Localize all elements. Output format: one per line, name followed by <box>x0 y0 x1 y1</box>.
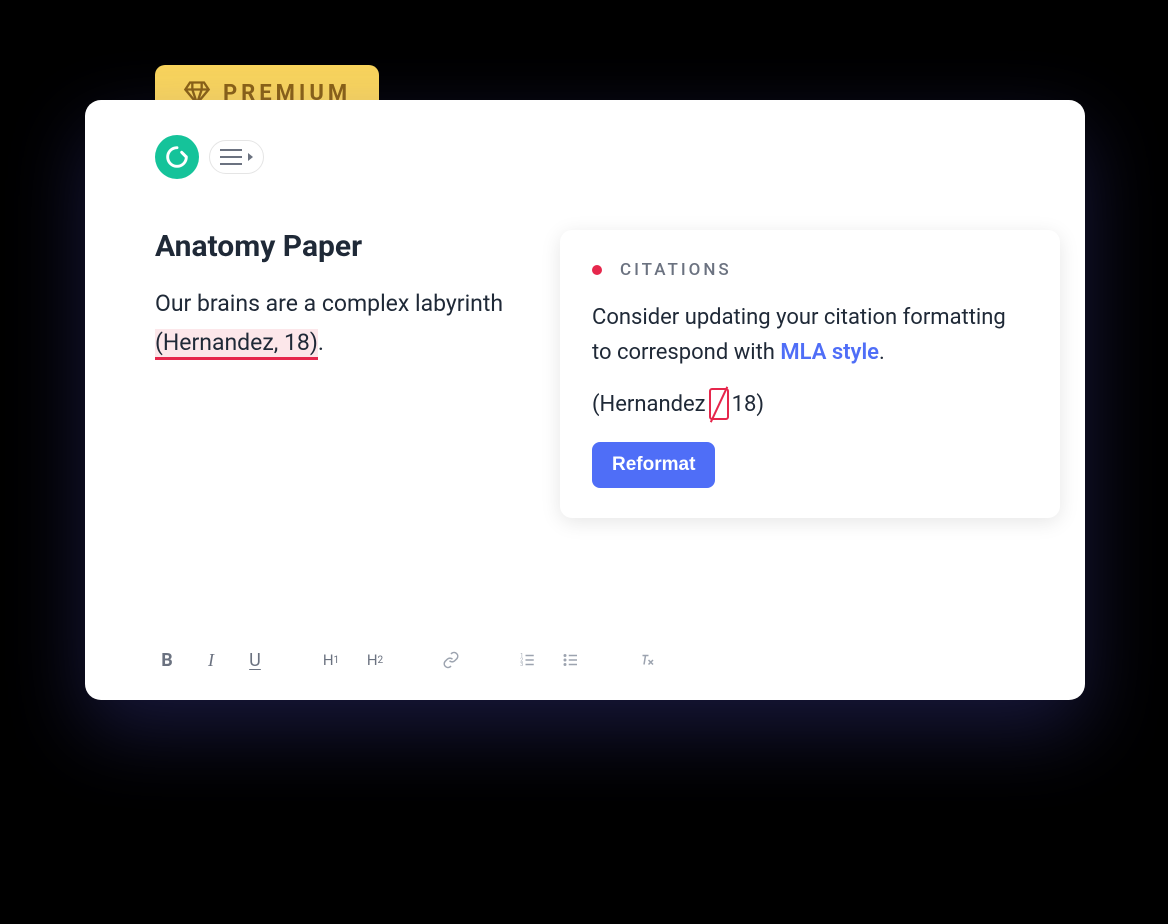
citation-example: (Hernandez , 18) <box>592 388 1028 420</box>
link-icon <box>442 651 460 669</box>
link-button[interactable] <box>439 648 463 672</box>
underline-button[interactable]: U <box>243 648 267 672</box>
chevron-right-icon <box>248 153 253 161</box>
clear-format-icon <box>638 651 656 669</box>
menu-toggle[interactable] <box>209 140 264 174</box>
style-link[interactable]: MLA style <box>780 340 879 365</box>
example-before: (Hernandez <box>592 392 706 417</box>
h1-button[interactable]: H1 <box>319 648 343 672</box>
clear-formatting-button[interactable] <box>635 648 659 672</box>
text-after: . <box>318 329 324 356</box>
citation-highlight[interactable]: (Hernandez, 18) <box>155 329 318 360</box>
suggestion-card: CITATIONS Consider updating your citatio… <box>560 230 1060 518</box>
document-body[interactable]: Our brains are a complex labyrinth (Hern… <box>155 284 535 362</box>
text-before: Our brains are a complex labyrinth <box>155 290 503 317</box>
correction-box: , <box>709 388 729 420</box>
suggestion-header: CITATIONS <box>592 260 1028 280</box>
reformat-button[interactable]: Reformat <box>592 442 715 488</box>
editor-card: Anatomy Paper Our brains are a complex l… <box>85 100 1085 700</box>
formatting-toolbar: B I U H1 H2 1 2 3 <box>155 648 659 672</box>
svg-text:3: 3 <box>520 662 523 668</box>
suggestion-category: CITATIONS <box>620 260 732 280</box>
italic-button[interactable]: I <box>199 648 223 672</box>
ordered-list-button[interactable]: 1 2 3 <box>515 648 539 672</box>
example-after: 18) <box>732 392 764 417</box>
hamburger-icon <box>220 149 242 165</box>
suggestion-message: Consider updating your citation formatti… <box>592 300 1028 370</box>
alert-dot-icon <box>592 265 602 275</box>
unordered-list-icon <box>562 651 580 669</box>
unordered-list-button[interactable] <box>559 648 583 672</box>
ordered-list-icon: 1 2 3 <box>518 651 536 669</box>
h2-button[interactable]: H2 <box>363 648 387 672</box>
suggestion-msg-after: . <box>879 340 885 365</box>
grammarly-logo-icon[interactable] <box>155 135 199 179</box>
logo-row <box>155 135 1045 179</box>
bold-button[interactable]: B <box>155 648 179 672</box>
